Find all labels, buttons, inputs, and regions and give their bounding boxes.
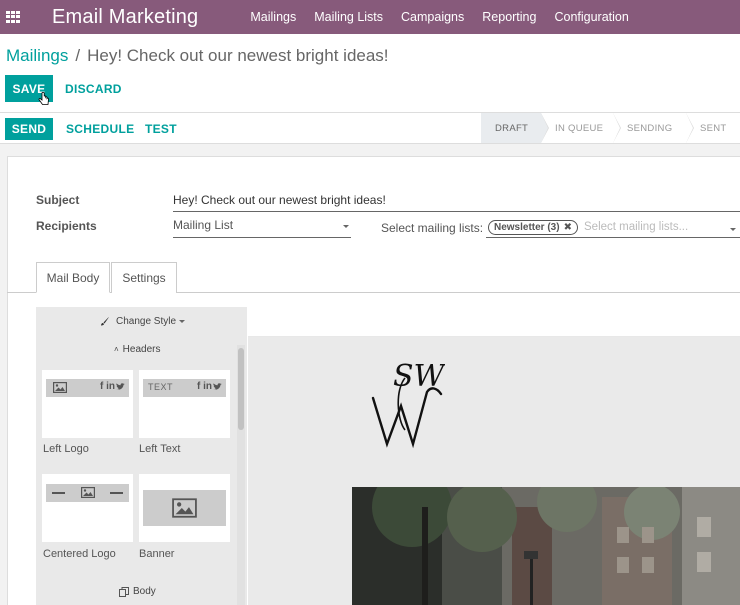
status-stages: DRAFT IN QUEUE SENDING SENT xyxy=(481,113,740,143)
caret-down-icon xyxy=(179,320,186,323)
snippets-scrollbar-thumb[interactable] xyxy=(238,348,244,430)
app-title[interactable]: Email Marketing xyxy=(52,6,198,29)
snippet-caption: Banner xyxy=(139,548,175,560)
snippet-left-logo[interactable]: f in xyxy=(42,370,133,438)
caret-down-icon xyxy=(730,228,736,231)
breadcrumb-separator: / xyxy=(75,46,81,65)
social-icons: f in xyxy=(197,381,212,392)
breadcrumb-mailings-link[interactable]: Mailings xyxy=(6,46,68,66)
schedule-button[interactable]: SCHEDULE xyxy=(66,122,134,136)
snippet-left-text[interactable]: TEXT f in xyxy=(139,370,230,438)
line-right xyxy=(110,492,123,494)
stage-sending-label: SENDING xyxy=(627,122,673,134)
twitter-icon xyxy=(213,383,222,390)
body-section-label: Body xyxy=(133,586,156,597)
tag-remove-icon[interactable]: ✖ xyxy=(564,222,572,233)
recipients-label: Recipients xyxy=(36,219,97,233)
apps-grid-icon[interactable] xyxy=(6,11,20,23)
newsletter-tag-label: Newsletter (3) xyxy=(494,222,560,233)
street-photo xyxy=(352,487,740,605)
snippet-caption: Centered Logo xyxy=(43,548,116,560)
stage-sent[interactable]: SENT xyxy=(686,113,740,143)
select-lists-label: Select mailing lists: xyxy=(381,221,484,235)
headers-section-label: Headers xyxy=(122,344,161,355)
header-photo[interactable] xyxy=(352,487,740,605)
caret-down-icon xyxy=(343,225,349,228)
thumb-bar: f in xyxy=(46,379,129,397)
stage-sent-label: SENT xyxy=(700,122,727,134)
body-section[interactable]: Body xyxy=(119,586,156,597)
stage-in-queue[interactable]: IN QUEUE xyxy=(541,113,621,143)
brush-icon xyxy=(101,317,109,326)
stage-draft[interactable]: DRAFT xyxy=(481,113,549,143)
discard-button[interactable]: DISCARD xyxy=(65,82,122,96)
thumb-bar xyxy=(143,490,226,526)
mailing-lists-field[interactable]: Newsletter (3) ✖ Select mailing lists... xyxy=(486,218,740,238)
statusbar: SEND SCHEDULE TEST DRAFT IN QUEUE SENDIN… xyxy=(0,112,740,144)
tab-settings[interactable]: Settings xyxy=(111,262,177,293)
mailing-lists-input[interactable]: Select mailing lists... xyxy=(584,221,688,233)
test-button[interactable]: TEST xyxy=(145,122,177,136)
breadcrumb-current: Hey! Check out our newest bright ideas! xyxy=(87,46,389,65)
snippet-banner[interactable] xyxy=(139,474,230,542)
send-button[interactable]: SEND xyxy=(5,118,53,140)
change-style-label: Change Style xyxy=(116,316,177,327)
twitter-icon xyxy=(116,383,125,390)
image-icon xyxy=(53,382,67,393)
menu-mailing-lists[interactable]: Mailing Lists xyxy=(314,10,383,24)
hand-cursor-icon xyxy=(38,92,49,105)
menu-reporting[interactable]: Reporting xyxy=(482,10,536,24)
sw-logo[interactable]: SW xyxy=(365,360,445,452)
thumb-bar xyxy=(46,484,129,502)
snippet-caption: Left Text xyxy=(139,443,181,455)
copy-icon xyxy=(119,586,129,597)
snippet-caption: Left Logo xyxy=(43,443,89,455)
breadcrumb: Mailings / Hey! Check out our newest bri… xyxy=(6,46,389,66)
image-icon xyxy=(81,487,95,498)
chevron-up-icon: ˄ xyxy=(114,345,119,354)
thumb-bar: TEXT f in xyxy=(143,379,226,397)
menu-campaigns[interactable]: Campaigns xyxy=(401,10,464,24)
menu-configuration[interactable]: Configuration xyxy=(554,10,628,24)
stage-sending[interactable]: SENDING xyxy=(613,113,694,143)
tab-mail-body[interactable]: Mail Body xyxy=(36,262,110,293)
top-navbar: Email Marketing Mailings Mailing Lists C… xyxy=(0,0,740,34)
menu-mailings[interactable]: Mailings xyxy=(250,10,296,24)
editor-toolbar-area xyxy=(248,307,740,337)
image-icon xyxy=(172,498,197,518)
recipients-select[interactable]: Mailing List xyxy=(173,218,351,238)
stage-draft-label: DRAFT xyxy=(495,122,529,134)
subject-underline xyxy=(173,211,740,212)
text-placeholder: TEXT xyxy=(148,382,174,392)
change-style-dropdown[interactable]: Change Style xyxy=(100,316,186,327)
social-icons: f in xyxy=(100,381,115,392)
subject-label: Subject xyxy=(36,193,80,207)
headers-section[interactable]: ˄ Headers xyxy=(114,344,160,355)
stage-in-queue-label: IN QUEUE xyxy=(555,122,604,134)
main-menu: Mailings Mailing Lists Campaigns Reporti… xyxy=(250,10,646,24)
subject-input[interactable]: Hey! Check out our newest bright ideas! xyxy=(173,193,386,207)
recipients-value: Mailing List xyxy=(173,218,234,232)
line-left xyxy=(52,492,65,494)
snippet-centered-logo[interactable] xyxy=(42,474,133,542)
newsletter-tag: Newsletter (3) ✖ xyxy=(488,220,578,235)
